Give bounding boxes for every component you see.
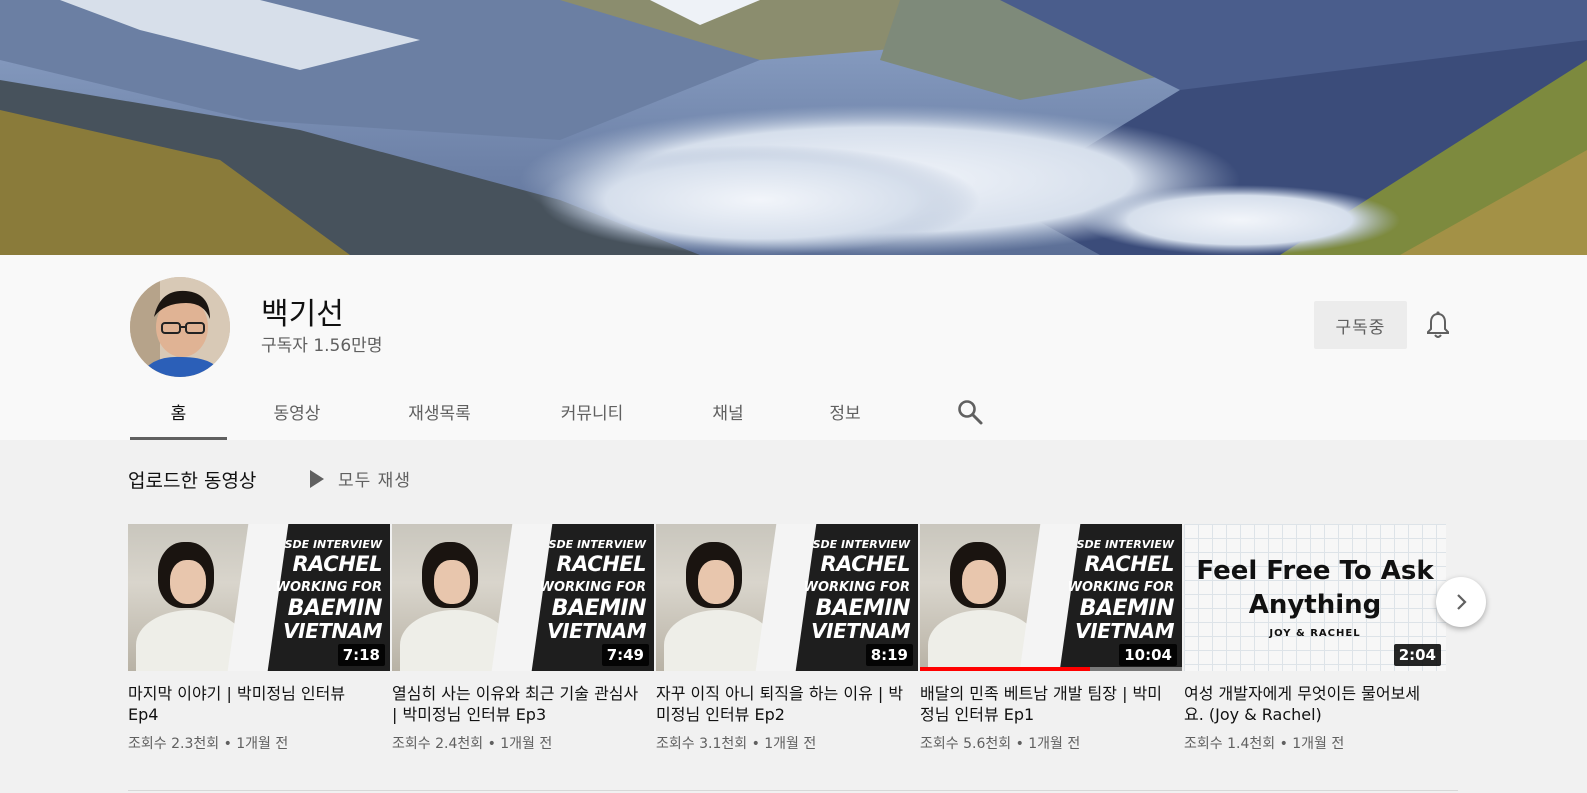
video-duration: 10:04 (1119, 644, 1177, 666)
video-thumbnail[interactable]: Feel Free To Ask Anything JOY & RACHEL 2:… (1184, 524, 1446, 671)
play-all-button[interactable]: 모두 재생 (310, 466, 411, 491)
video-duration: 7:49 (601, 644, 649, 666)
subscriber-count: 구독자 1.56만명 (261, 336, 383, 356)
section-divider (128, 790, 1458, 791)
bell-icon[interactable] (1425, 311, 1451, 339)
tab-playlists[interactable]: 재생목록 (367, 383, 512, 440)
channel-tabs: 홈 동영상 재생목록 커뮤니티 채널 정보 (130, 383, 983, 440)
video-card[interactable]: SDE INTERVIEW RACHEL WORKING FOR BAEMIN … (656, 524, 918, 753)
tab-channels[interactable]: 채널 (672, 383, 784, 440)
video-card[interactable]: SDE INTERVIEW RACHEL WORKING FOR BAEMIN … (128, 524, 390, 753)
video-title[interactable]: 열심히 사는 이유와 최근 기술 관심사 | 박미정님 인터뷰 Ep3 (392, 683, 654, 725)
video-card[interactable]: SDE INTERVIEW RACHEL WORKING FOR BAEMIN … (392, 524, 654, 753)
video-duration: 8:19 (865, 644, 913, 666)
video-thumbnail[interactable]: SDE INTERVIEW RACHEL WORKING FOR BAEMIN … (392, 524, 654, 671)
channel-header: 백기선 구독자 1.56만명 구독중 홈 동영상 재생목록 커뮤니티 채널 정보 (0, 255, 1587, 440)
subscribed-button[interactable]: 구독중 (1314, 301, 1407, 349)
video-title[interactable]: 배달의 민족 베트남 개발 팀장 | 박미정님 인터뷰 Ep1 (920, 683, 1182, 725)
video-shelf: SDE INTERVIEW RACHEL WORKING FOR BAEMIN … (128, 524, 1458, 764)
video-thumbnail[interactable]: SDE INTERVIEW RACHEL WORKING FOR BAEMIN … (920, 524, 1182, 671)
channel-avatar[interactable] (130, 277, 230, 377)
tab-home[interactable]: 홈 (130, 383, 227, 440)
video-title[interactable]: 자꾸 이직 아니 퇴직을 하는 이유 | 박미정님 인터뷰 Ep2 (656, 683, 918, 725)
banner-image (0, 0, 1587, 255)
video-duration: 2:04 (1393, 644, 1441, 666)
video-meta: 조회수 3.1천회 • 1개월 전 (656, 736, 817, 752)
watch-progress-fill (920, 667, 1091, 671)
video-title[interactable]: 여성 개발자에게 무엇이든 물어보세요. (Joy & Rachel) (1184, 683, 1446, 725)
video-meta: 조회수 5.6천회 • 1개월 전 (920, 736, 1081, 752)
search-icon[interactable] (956, 398, 984, 426)
shelf-next-button[interactable] (1436, 577, 1486, 627)
tab-videos[interactable]: 동영상 (227, 383, 367, 440)
play-all-label: 모두 재생 (338, 471, 411, 491)
avatar-image (130, 277, 230, 377)
video-meta: 조회수 1.4천회 • 1개월 전 (1184, 736, 1345, 752)
tab-about[interactable]: 정보 (784, 383, 906, 440)
watch-progress-bar (920, 667, 1182, 671)
channel-banner (0, 0, 1587, 255)
video-duration: 7:18 (337, 644, 385, 666)
video-thumbnail[interactable]: SDE INTERVIEW RACHEL WORKING FOR BAEMIN … (656, 524, 918, 671)
chevron-right-icon (1457, 594, 1467, 610)
tab-community[interactable]: 커뮤니티 (512, 383, 672, 440)
section-title: 업로드한 동영상 (128, 470, 257, 492)
video-meta: 조회수 2.4천회 • 1개월 전 (392, 736, 553, 752)
video-title[interactable]: 마지막 이야기 | 박미정님 인터뷰 Ep4 (128, 683, 390, 725)
play-icon (310, 469, 324, 488)
video-card[interactable]: Feel Free To Ask Anything JOY & RACHEL 2:… (1184, 524, 1446, 753)
video-meta: 조회수 2.3천회 • 1개월 전 (128, 736, 289, 752)
channel-name: 백기선 (261, 297, 344, 332)
video-card[interactable]: SDE INTERVIEW RACHEL WORKING FOR BAEMIN … (920, 524, 1182, 753)
video-thumbnail[interactable]: SDE INTERVIEW RACHEL WORKING FOR BAEMIN … (128, 524, 390, 671)
